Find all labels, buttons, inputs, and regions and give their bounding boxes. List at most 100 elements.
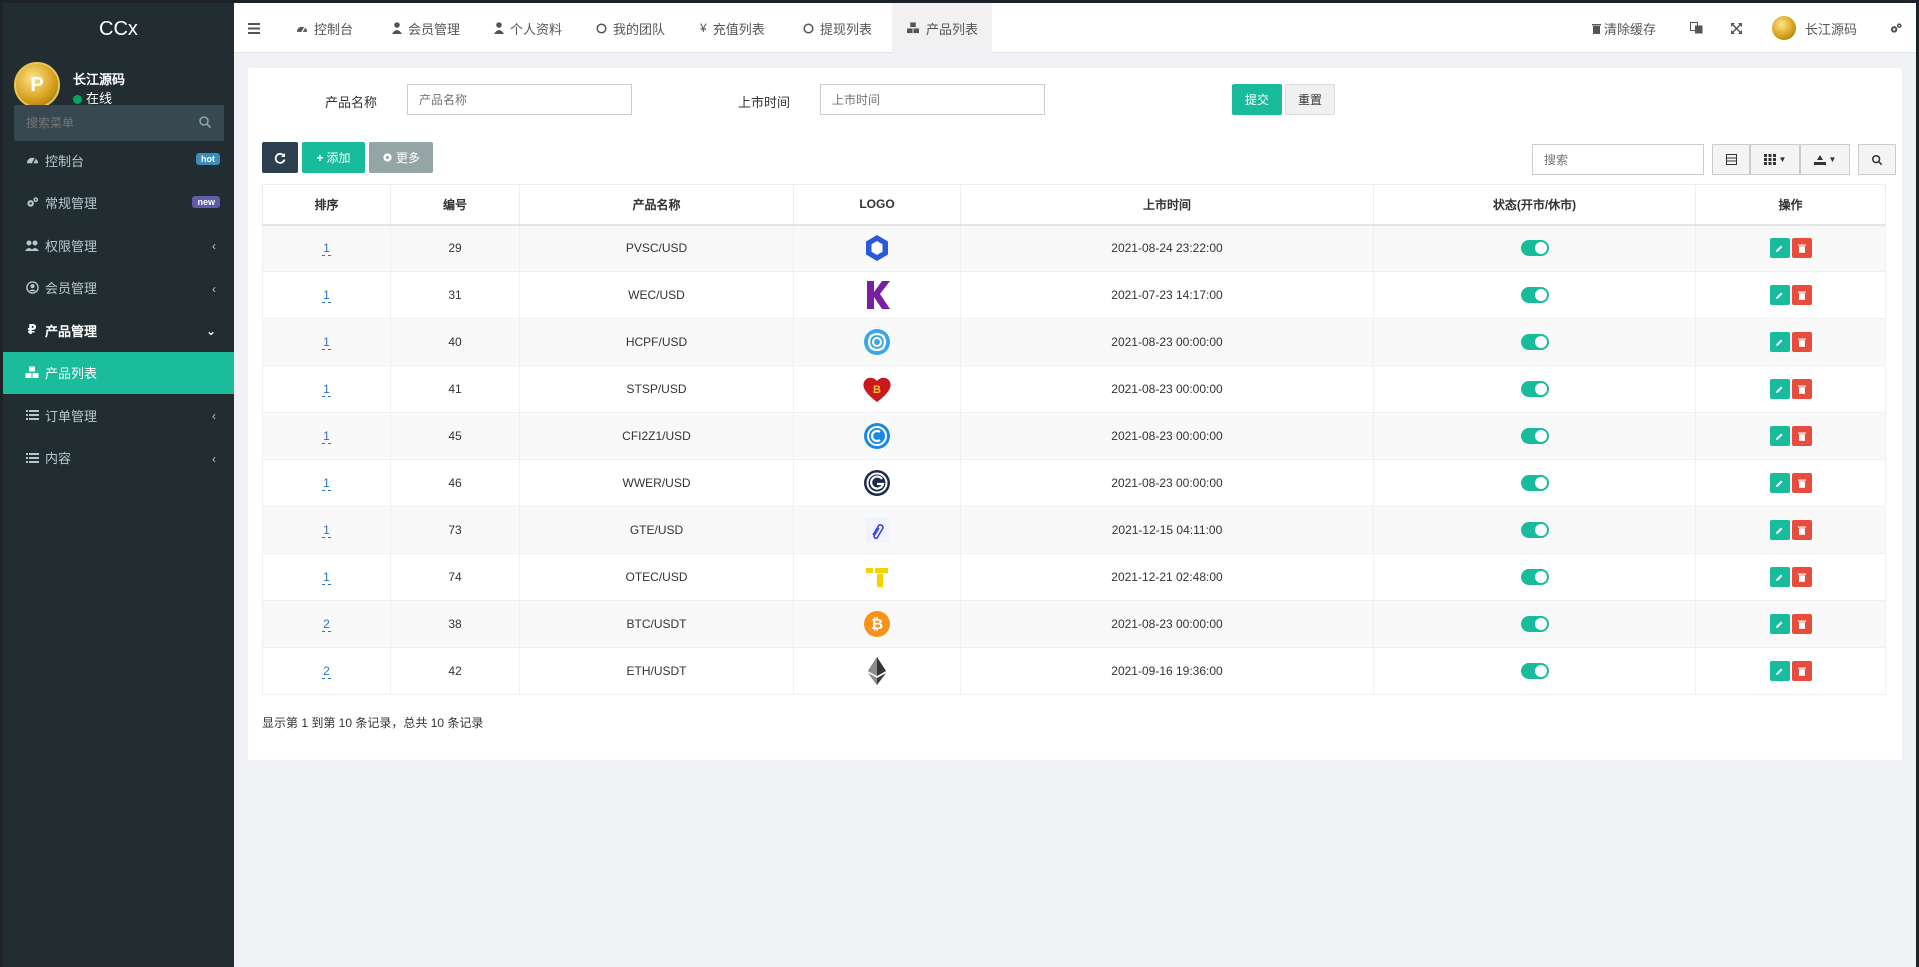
sidebar-item-products[interactable]: ₽ 产品管理 ⌄ [3,309,234,352]
table-row[interactable]: 2 38 BTC/USDT ₿ 2021-08-23 00:00:00 [262,600,1886,648]
sort-edit-link[interactable]: 1 [322,570,331,585]
status-toggle[interactable] [1520,428,1549,444]
language-button[interactable] [1690,3,1709,53]
table-row[interactable]: 1 31 WEC/USD 2021-07-23 14:17:00 [262,271,1886,319]
edit-button[interactable] [1769,285,1790,305]
filter-name-input[interactable] [407,84,632,115]
col-sort[interactable]: 排序 [262,184,391,226]
bitcoin-logo[interactable]: ₿ [863,611,891,637]
table-search-input[interactable] [1532,144,1704,175]
more-button[interactable]: 更多 [369,142,433,173]
edit-button[interactable] [1769,379,1790,399]
status-toggle[interactable] [1520,287,1549,303]
sort-edit-link[interactable]: 1 [322,382,331,397]
toggle-view-button[interactable] [1712,144,1750,175]
delete-button[interactable] [1791,379,1812,399]
col-id[interactable]: 编号 [390,184,520,226]
delete-button[interactable] [1791,661,1812,681]
clear-cache-button[interactable]: 清除缓存 [1592,3,1656,53]
sort-edit-link[interactable]: 1 [322,288,331,303]
add-button[interactable]: + 添加 [302,142,365,173]
table-row[interactable]: 1 73 GTE/USD 2021-12-15 04:11:00 [262,506,1886,554]
col-logo[interactable]: LOGO [793,184,961,226]
reset-button[interactable]: 重置 [1285,84,1335,115]
edit-button[interactable] [1769,473,1790,493]
refresh-button[interactable] [262,142,298,173]
k-logo[interactable] [863,281,891,309]
sidebar-toggle-button[interactable] [248,3,266,53]
edit-button[interactable] [1769,661,1790,681]
col-status[interactable]: 状态(开市/休市) [1373,184,1696,226]
export-button[interactable]: ▼ [1800,144,1850,175]
col-time[interactable]: 上市时间 [960,184,1374,226]
table-row[interactable]: 1 29 PVSC/USD 2021-08-24 23:22:00 [262,224,1886,272]
user-menu[interactable]: 长江源码 [1772,3,1857,53]
sort-edit-link[interactable]: 1 [322,523,331,538]
submit-button[interactable]: 提交 [1232,84,1282,115]
settings-button[interactable] [1889,3,1909,53]
delete-button[interactable] [1791,332,1812,352]
status-toggle[interactable] [1520,569,1549,585]
edit-button[interactable] [1769,238,1790,259]
edit-button[interactable] [1769,520,1790,540]
table-row[interactable]: 1 45 CFI2Z1/USD 2021-08-23 00:00:00 [262,412,1886,460]
table-row[interactable]: 1 74 OTEC/USD 2021-12-21 02:48:00 [262,553,1886,601]
sort-edit-link[interactable]: 1 [322,241,331,257]
table-row[interactable]: 2 42 ETH/USDT 2021-09-16 19:36:00 [262,647,1886,695]
edit-button[interactable] [1769,332,1790,352]
sort-edit-link[interactable]: 2 [322,617,331,632]
tab-product-list[interactable]: 产品列表 [892,3,993,53]
tab-members[interactable]: 会员管理 [392,3,460,53]
fullscreen-button[interactable] [1731,3,1748,53]
sidebar-item-orders[interactable]: 订单管理 ‹ [3,394,234,437]
status-toggle[interactable] [1520,334,1549,350]
delete-button[interactable] [1791,238,1812,259]
tab-profile[interactable]: 个人资料 [494,3,562,53]
edit-button[interactable] [1769,426,1790,446]
delete-button[interactable] [1791,614,1812,634]
table-row[interactable]: 1 40 HCPF/USD 2021-08-23 00:00:00 [262,318,1886,366]
col-name[interactable]: 产品名称 [519,184,794,226]
t-logo[interactable] [863,568,891,587]
table-row[interactable]: 1 41 STSP/USD B 2021-08-23 00:00:00 [262,365,1886,413]
table-row[interactable]: 1 46 WWER/USD 2021-08-23 00:00:00 [262,459,1886,507]
edit-button[interactable] [1769,567,1790,587]
sidebar-item-product-list[interactable]: 产品列表 [3,351,234,394]
status-toggle[interactable] [1520,475,1549,491]
sort-edit-link[interactable]: 2 [322,664,331,679]
sidebar-item-general[interactable]: 常规管理 new [3,182,234,225]
sort-edit-link[interactable]: 1 [322,476,331,491]
sort-edit-link[interactable]: 1 [322,335,331,350]
knot-logo[interactable] [862,329,892,355]
delete-button[interactable] [1791,567,1812,587]
sidebar-item-dashboard[interactable]: 控制台 hot [3,139,234,182]
status-toggle[interactable] [1520,663,1549,679]
delete-button[interactable] [1791,520,1812,540]
status-toggle[interactable] [1520,616,1549,632]
status-toggle[interactable] [1520,381,1549,397]
g-logo[interactable] [863,470,891,496]
search-icon[interactable] [198,115,212,129]
filter-time-input[interactable] [820,84,1045,115]
heart-logo[interactable]: B [862,377,892,402]
columns-button[interactable]: ▼ [1750,144,1800,175]
sort-edit-link[interactable]: 1 [322,429,331,444]
sidebar-item-content[interactable]: 内容 ‹ [3,437,234,480]
hexagon-logo[interactable] [863,235,891,262]
tab-recharge[interactable]: ¥ 充值列表 [700,3,765,53]
status-toggle[interactable] [1520,240,1549,257]
sidebar-item-members[interactable]: 会员管理 ‹ [3,267,234,310]
circle-c-logo[interactable] [863,423,891,449]
tab-withdraw[interactable]: 提现列表 [803,3,872,53]
edit-button[interactable] [1769,614,1790,634]
tab-team[interactable]: 我的团队 [596,3,665,53]
brand-logo[interactable]: CCx [3,3,234,55]
advanced-search-button[interactable] [1858,144,1896,175]
delete-button[interactable] [1791,285,1812,305]
delete-button[interactable] [1791,426,1812,446]
tab-dashboard[interactable]: 控制台 [296,3,353,53]
delete-button[interactable] [1791,473,1812,493]
menu-search-input[interactable] [14,105,184,141]
status-toggle[interactable] [1520,522,1549,538]
clip-logo[interactable] [864,517,890,543]
